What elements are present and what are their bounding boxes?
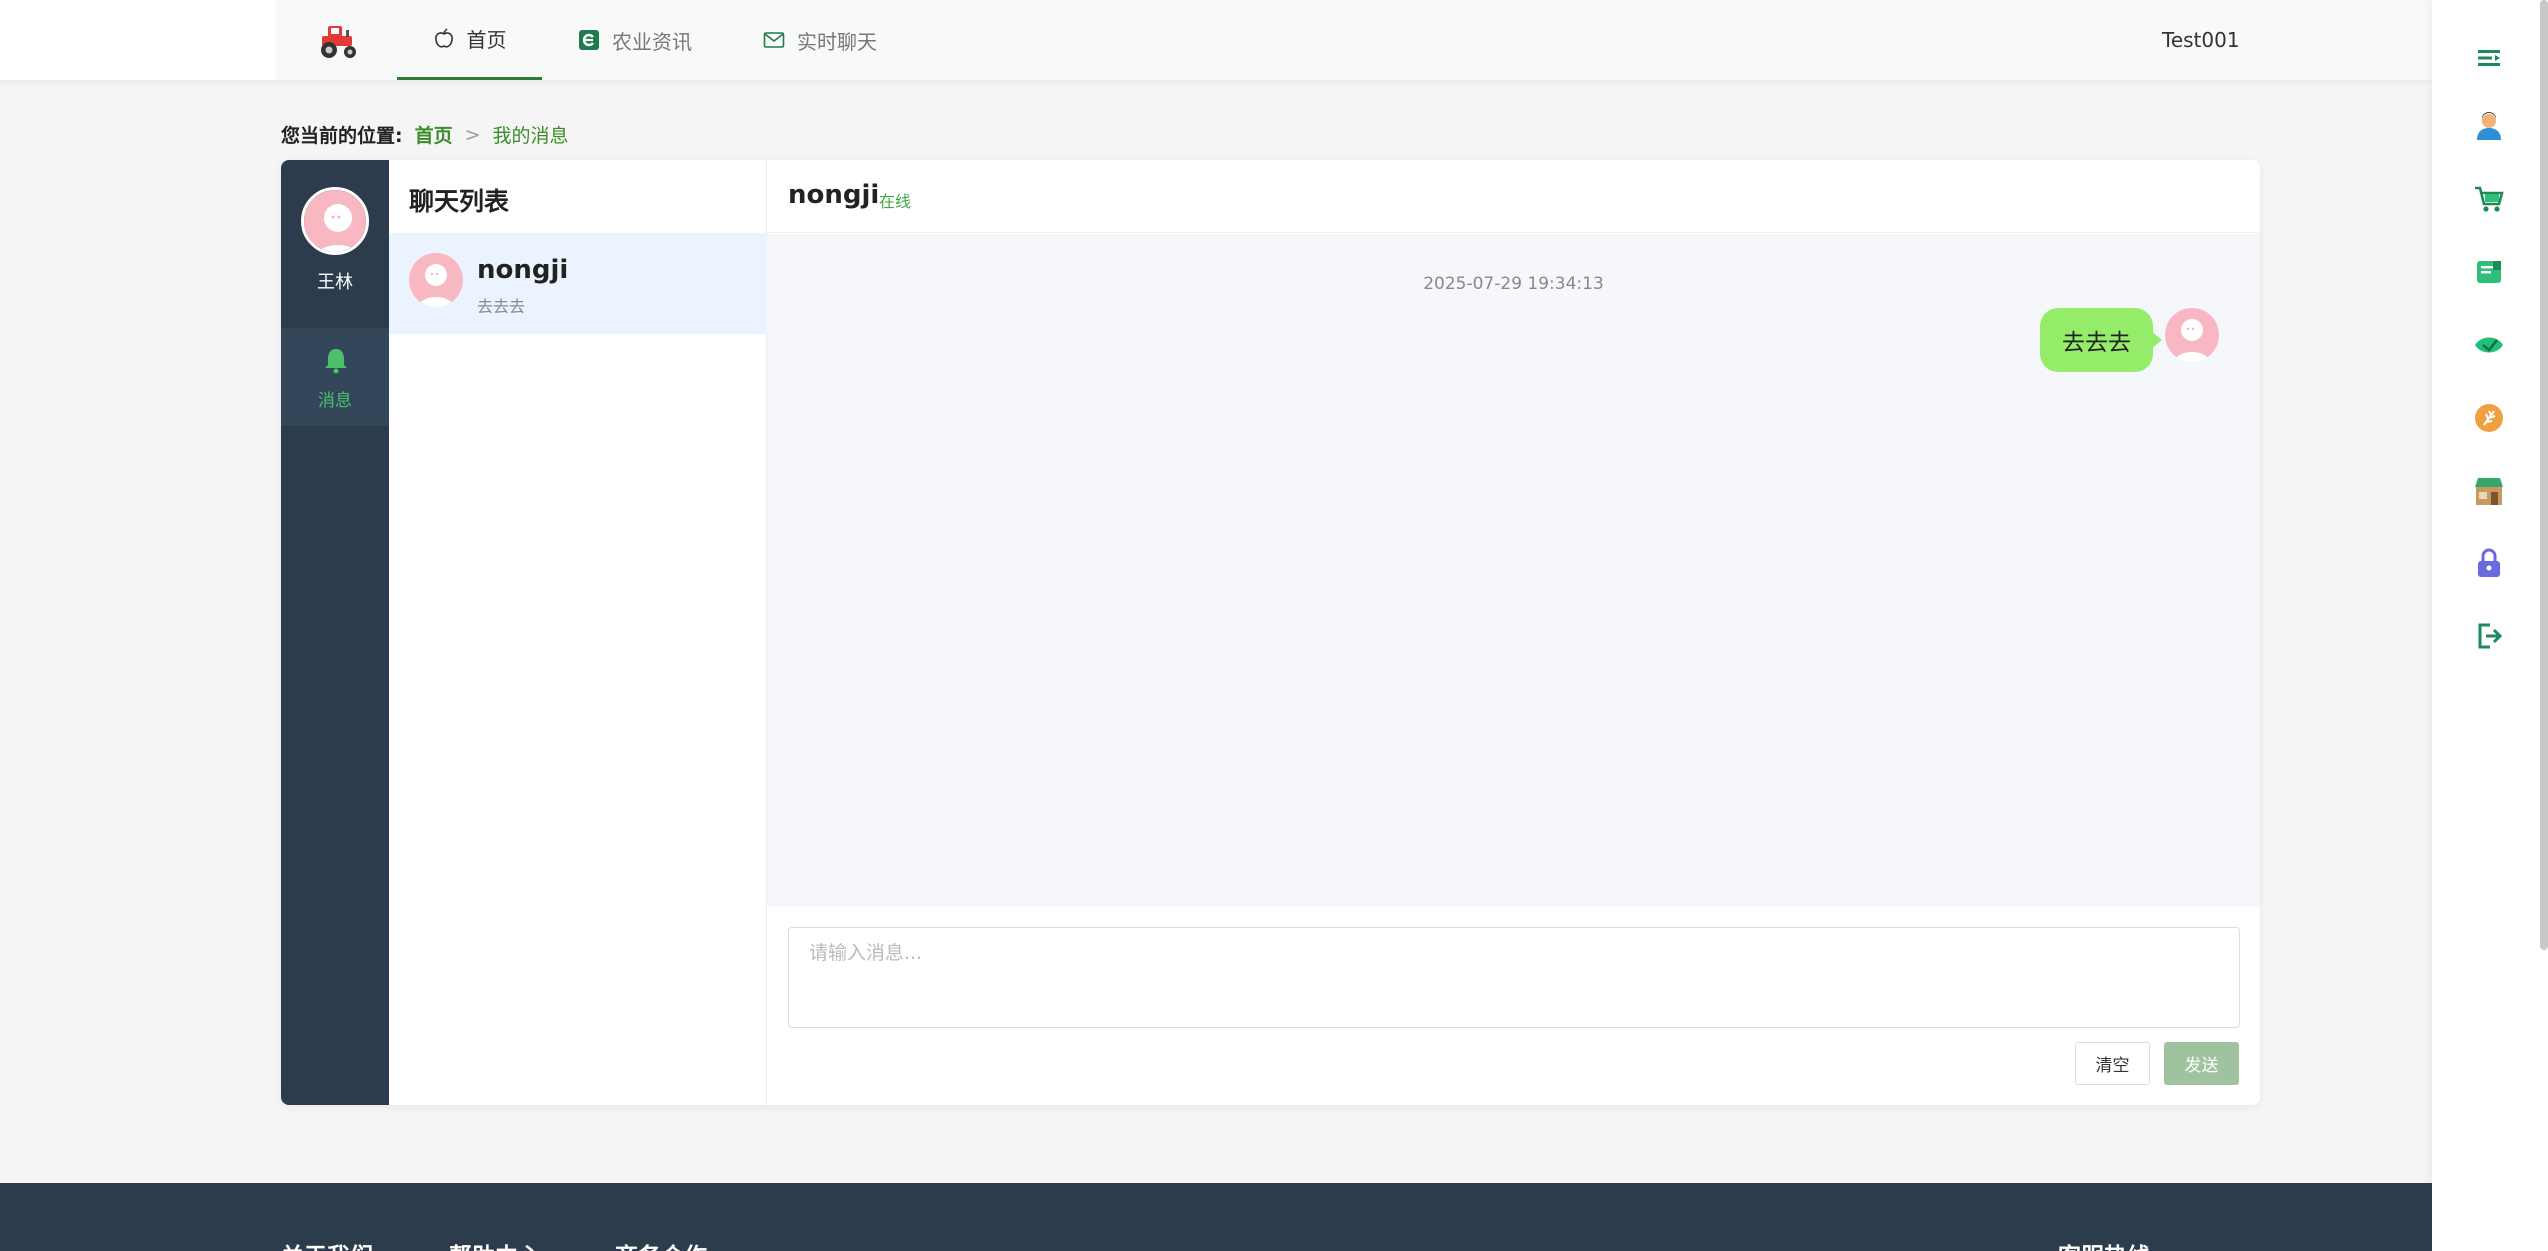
conversation-item[interactable]: nongji 去去去 [389, 233, 767, 334]
user-icon[interactable] [2472, 109, 2506, 143]
chat-sidebar: 王林 消息 [281, 160, 389, 1105]
user-avatar[interactable] [301, 187, 369, 255]
sender-avatar [2165, 308, 2219, 362]
message-input[interactable] [788, 927, 2240, 1028]
bell-icon [323, 346, 349, 374]
user-name: 王林 [317, 272, 353, 293]
breadcrumb-label: 您当前的位置: [281, 125, 403, 147]
lock-icon[interactable] [2472, 546, 2506, 580]
username-link[interactable]: Test001 [2162, 28, 2240, 52]
message-timestamp: 2025-07-29 19:34:13 [1423, 274, 1604, 294]
send-button[interactable]: 发送 [2164, 1042, 2239, 1085]
chat-list: 聊天列表 nongji 去去去 [389, 160, 767, 1105]
breadcrumb: 您当前的位置: 首页 > 我的消息 [281, 121, 569, 148]
footer-link-hotline[interactable]: 客服热线 [2058, 1237, 2150, 1251]
page-scrollbar[interactable] [2540, 0, 2548, 950]
conversation-last-message: 去去去 [477, 297, 526, 316]
chat-list-title: 聊天列表 [409, 187, 510, 216]
page-footer: 关于我们 帮助中心 商务合作 客服热线 [0, 1183, 2432, 1251]
nav-home-label: 首页 [466, 28, 507, 52]
mail-icon [763, 29, 785, 51]
chat-header: nongji 在线 [767, 160, 2260, 233]
conversation-name: nongji [477, 255, 569, 285]
breadcrumb-home-link[interactable]: 首页 [415, 121, 453, 148]
apple-icon [433, 27, 455, 50]
nav-agri-news[interactable]: 农业资讯 [578, 0, 692, 80]
message-area[interactable]: 2025-07-29 19:34:13 去去去 [767, 234, 2260, 907]
nav-live-chat-label: 实时聊天 [797, 29, 877, 54]
online-status: 在线 [879, 192, 912, 211]
clear-button[interactable]: 清空 [2075, 1042, 2150, 1085]
nav-live-chat[interactable]: 实时聊天 [763, 0, 877, 80]
nav-home[interactable]: 首页 [397, 0, 542, 80]
right-tool-rail [2432, 0, 2548, 1251]
sidebar-item-messages[interactable]: 消息 [281, 328, 389, 426]
tractor-logo-icon[interactable] [316, 22, 362, 60]
message-bubble-tail [2152, 332, 2162, 348]
news-icon [578, 29, 600, 51]
message-bubble: 去去去 [2040, 308, 2153, 372]
chat-contact-name: nongji [788, 180, 880, 210]
logout-icon[interactable] [2472, 619, 2506, 653]
top-navbar: 首页 农业资讯 实时聊天 Test001 [0, 0, 2432, 80]
leaf-icon[interactable] [2472, 328, 2506, 362]
chat-window: nongji 在线 2025-07-29 19:34:13 去去去 清空 发送 [767, 160, 2260, 1105]
sidebar-item-messages-label: 消息 [318, 391, 352, 411]
breadcrumb-current: 我的消息 [492, 125, 569, 147]
shop-icon[interactable] [2472, 474, 2506, 508]
message-composer: 清空 发送 [767, 907, 2260, 1105]
footer-link-business[interactable]: 商务合作 [615, 1237, 707, 1251]
footer-link-about[interactable]: 关于我们 [281, 1237, 373, 1251]
chat-panel: 王林 消息 聊天列表 nongji 去去去 nongji 在线 2025-07-… [281, 160, 2260, 1105]
cart-icon[interactable] [2472, 182, 2506, 216]
wheat-icon[interactable] [2472, 401, 2506, 435]
breadcrumb-separator: > [464, 123, 481, 146]
contact-avatar [409, 253, 463, 307]
navbar-inner: 首页 农业资讯 实时聊天 Test001 [276, 0, 2432, 80]
menu-icon[interactable] [2472, 41, 2506, 75]
footer-link-help[interactable]: 帮助中心 [449, 1237, 541, 1251]
nav-agri-news-label: 农业资讯 [612, 29, 692, 54]
notes-icon[interactable] [2472, 255, 2506, 289]
